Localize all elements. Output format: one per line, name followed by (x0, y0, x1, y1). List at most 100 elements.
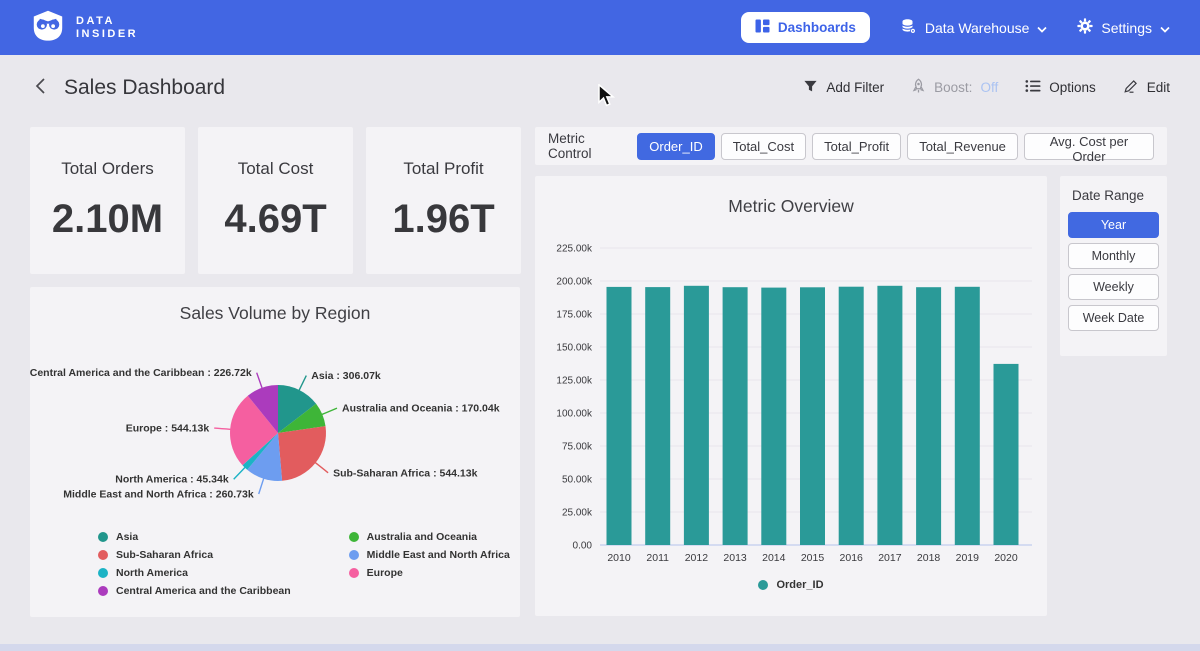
date-range-weekly-button[interactable]: Weekly (1068, 274, 1159, 300)
rocket-icon (911, 78, 926, 97)
legend-item-australia-and-oceania[interactable]: Australia and Oceania (349, 531, 510, 543)
date-range-monthly-button[interactable]: Monthly (1068, 243, 1159, 269)
x-tick-label-2019: 2019 (956, 552, 980, 564)
chevron-left-icon (34, 77, 46, 98)
kpi-label: Total Cost (238, 159, 314, 179)
nav-data-warehouse[interactable]: Data Warehouse (900, 18, 1048, 38)
date-range-week-date-button[interactable]: Week Date (1068, 305, 1159, 331)
x-tick-label-2020: 2020 (994, 552, 1018, 564)
x-tick-label-2010: 2010 (607, 552, 631, 564)
bar-2018[interactable] (916, 287, 941, 545)
legend-dot (349, 568, 359, 578)
bar-chart-legend[interactable]: Order_ID (535, 579, 1047, 591)
back-button[interactable] (30, 73, 50, 102)
pie-label-middle-east-and-north-africa: Middle East and North Africa : 260.73k (63, 489, 254, 501)
y-tick-label: 200.00k (556, 277, 593, 288)
y-tick-label: 50.00k (562, 475, 593, 486)
pie-label-central-america-and-the-caribbean: Central America and the Caribbean : 226.… (30, 367, 252, 379)
sales-dashboard-screen: DATA INSIDER Dashboards (0, 0, 1200, 651)
database-icon (900, 18, 917, 38)
legend-dot (758, 580, 768, 590)
footer-strip (0, 644, 1200, 651)
edit-button[interactable]: Edit (1123, 78, 1170, 97)
nav-settings[interactable]: Settings (1077, 18, 1170, 37)
bar-2010[interactable] (607, 287, 632, 545)
x-tick-label-2016: 2016 (840, 552, 864, 564)
metric-control-label: Metric Control (548, 131, 625, 161)
metric-option-total-revenue[interactable]: Total_Revenue (907, 133, 1018, 160)
bar-2017[interactable] (877, 286, 902, 545)
legend-item-europe[interactable]: Europe (349, 567, 510, 579)
kpi-card-total-orders: Total Orders 2.10M (30, 127, 185, 274)
legend-item-sub-saharan-africa[interactable]: Sub-Saharan Africa (98, 549, 291, 561)
legend-item-asia[interactable]: Asia (98, 531, 291, 543)
y-tick-label: 125.00k (556, 376, 593, 387)
bar-2012[interactable] (684, 286, 709, 545)
legend-label: Middle East and North Africa (367, 549, 510, 561)
bar-2020[interactable] (994, 364, 1019, 545)
legend-dot (98, 532, 108, 542)
legend-item-central-america-and-the-caribbean[interactable]: Central America and the Caribbean (98, 585, 291, 597)
pie-slice-sub-saharan-africa[interactable] (278, 426, 326, 481)
legend-dot (98, 586, 108, 596)
legend-label: Europe (367, 567, 403, 579)
list-icon (1025, 79, 1041, 96)
gear-icon (1077, 18, 1093, 37)
bar-2015[interactable] (800, 287, 825, 545)
legend-label: North America (116, 567, 188, 579)
x-tick-label-2017: 2017 (878, 552, 902, 564)
legend-dot (98, 550, 108, 560)
metric-control-bar: Metric Control Order_ID Total_Cost Total… (535, 127, 1167, 165)
date-range-year-button[interactable]: Year (1068, 212, 1159, 238)
brand-text: DATA INSIDER (76, 15, 138, 41)
metric-option-total-profit[interactable]: Total_Profit (812, 133, 901, 160)
legend-label: Order_ID (776, 579, 823, 591)
sales-volume-by-region-card: Sales Volume by Region Asia : 306.07kAus… (30, 287, 520, 617)
legend-dot (349, 550, 359, 560)
pencil-icon (1123, 78, 1139, 97)
brand-logo[interactable]: DATA INSIDER (30, 8, 138, 47)
kpi-card-total-profit: Total Profit 1.96T (366, 127, 521, 274)
bar-chart-svg: 0.0025.00k50.00k75.00k100.00k125.00k150.… (535, 234, 1047, 579)
y-tick-label: 0.00 (573, 541, 593, 552)
legend-item-middle-east-and-north-africa[interactable]: Middle East and North Africa (349, 549, 510, 561)
x-tick-label-2012: 2012 (685, 552, 709, 564)
nav-dashboards-button[interactable]: Dashboards (741, 12, 870, 43)
options-button[interactable]: Options (1025, 79, 1096, 96)
add-filter-button[interactable]: Add Filter (803, 79, 884, 97)
kpi-value: 2.10M (52, 197, 163, 242)
pie-chart-legend: Asia Sub-Saharan Africa North America Centr… (98, 531, 510, 597)
bar-2011[interactable] (645, 287, 670, 545)
legend-item-north-america[interactable]: North America (98, 567, 291, 579)
metric-option-avg-cost-per-order[interactable]: Avg. Cost per Order (1024, 133, 1154, 160)
nav-settings-label: Settings (1101, 20, 1152, 36)
metric-overview-card: Metric Overview 0.00 25.00k 50.00k 75.00k 10… (535, 176, 1047, 616)
y-tick-label: 100.00k (556, 409, 593, 420)
kpi-value: 1.96T (392, 197, 494, 242)
top-navigation: Dashboards Data Warehouse (741, 12, 1170, 43)
bar-chart-title: Metric Overview (535, 196, 1047, 217)
bar-2013[interactable] (723, 287, 748, 545)
legend-label: Australia and Oceania (367, 531, 477, 543)
metric-option-total-cost[interactable]: Total_Cost (721, 133, 806, 160)
y-tick-label: 75.00k (562, 442, 593, 453)
x-tick-label-2013: 2013 (723, 552, 747, 564)
bar-2019[interactable] (955, 287, 980, 545)
pie-label-north-america: North America : 45.34k (115, 474, 229, 486)
legend-dot (98, 568, 108, 578)
x-tick-label-2018: 2018 (917, 552, 941, 564)
boost-toggle[interactable]: Boost: Off (911, 78, 998, 97)
bar-2014[interactable] (761, 288, 786, 545)
pie-label-europe: Europe : 544.13k (126, 423, 210, 435)
chevron-down-icon (1037, 20, 1047, 36)
y-tick-label: 225.00k (556, 244, 593, 255)
x-tick-label-2011: 2011 (646, 552, 669, 564)
page-header: Sales Dashboard Add Filter Boost: (0, 55, 1200, 120)
y-tick-label: 25.00k (562, 508, 593, 519)
kpi-value: 4.69T (224, 197, 326, 242)
pie-label-sub-saharan-africa: Sub-Saharan Africa : 544.13k (333, 467, 477, 479)
chevron-down-icon (1160, 20, 1170, 36)
metric-option-order-id[interactable]: Order_ID (637, 133, 714, 160)
header-actions: Add Filter Boost: Off (803, 78, 1170, 97)
bar-2016[interactable] (839, 287, 864, 545)
